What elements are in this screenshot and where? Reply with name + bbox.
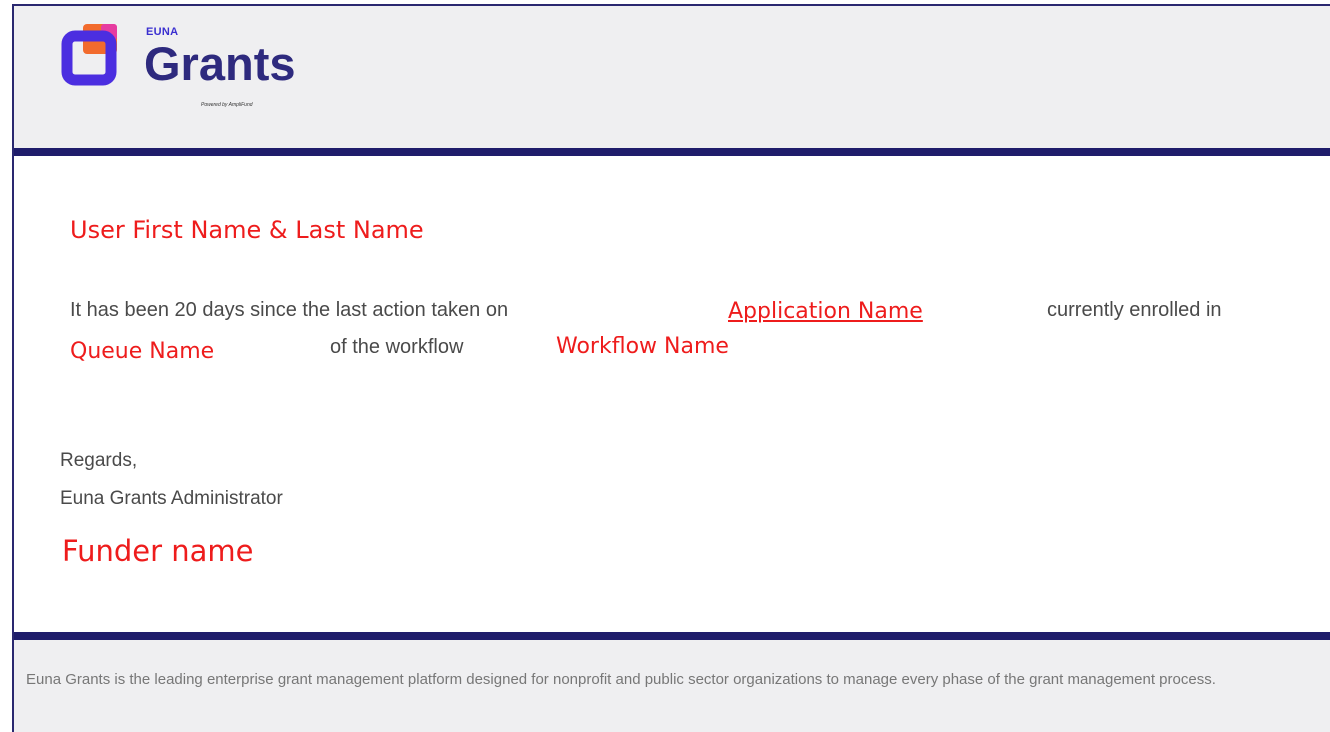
closing-regards: Regards,: [60, 450, 138, 471]
header-divider: [14, 148, 1330, 156]
queue-name-placeholder: Queue Name: [70, 339, 215, 364]
application-name-link[interactable]: Application Name: [728, 299, 923, 324]
footer-divider: [14, 632, 1330, 640]
recipient-name-placeholder: User First Name & Last Name: [70, 216, 424, 244]
logo-tagline: Powered by AmpliFund: [201, 102, 253, 108]
email-header: EUNA Grants Powered by AmpliFund: [14, 6, 1330, 148]
funder-name-placeholder: Funder name: [62, 534, 254, 568]
logo-mark-icon: [61, 24, 117, 86]
body-text-of-workflow: of the workflow: [330, 336, 464, 358]
footer-description: Euna Grants is the leading enterprise gr…: [26, 671, 1216, 688]
workflow-name-placeholder: Workflow Name: [556, 334, 729, 359]
signature-text: Euna Grants Administrator: [60, 488, 283, 509]
logo-product-text: Grants: [144, 37, 296, 90]
euna-grants-logo: EUNA Grants Powered by AmpliFund: [61, 20, 331, 110]
email-body: User First Name & Last Name It has been …: [14, 156, 1330, 632]
body-text-middle: currently enrolled in: [1047, 299, 1222, 321]
email-frame: EUNA Grants Powered by AmpliFund User Fi…: [12, 4, 1330, 732]
body-text-prefix: It has been 20 days since the last actio…: [70, 299, 509, 321]
email-footer: Euna Grants is the leading enterprise gr…: [14, 640, 1330, 732]
